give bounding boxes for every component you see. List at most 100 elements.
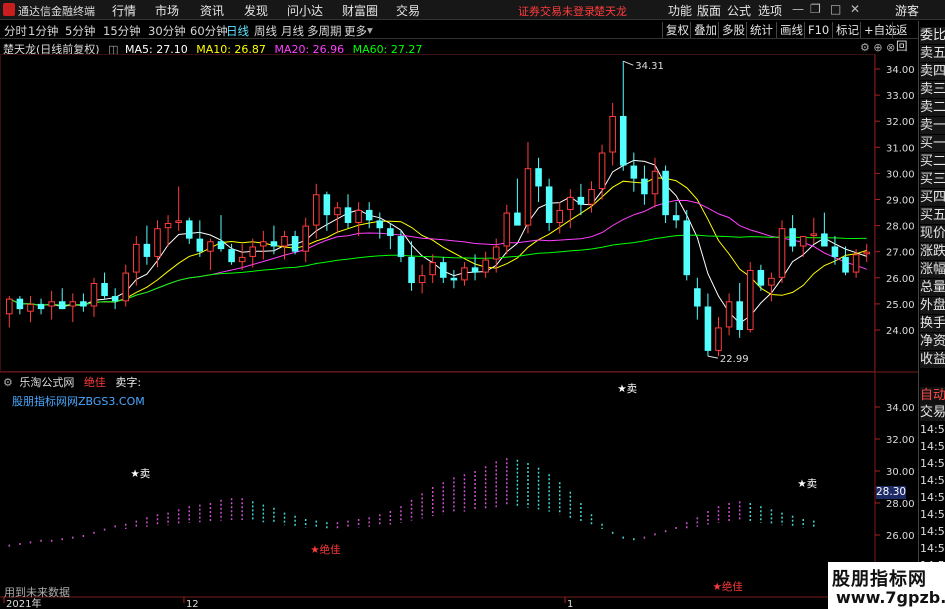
candle-body-down <box>185 220 193 239</box>
kline-chart[interactable]: 34.00 33.00 32.00 31.00 30.00 29.00 28.00 27.00… <box>0 0 918 609</box>
candle-body-up <box>6 298 13 315</box>
side-panel-item[interactable]: 现价 <box>920 225 945 242</box>
sub-ytick-label: 26.00 <box>886 531 915 542</box>
side-panel-item[interactable]: 卖四 <box>920 63 945 80</box>
candle-body-up <box>238 256 246 263</box>
candle-body-up <box>651 170 659 195</box>
candle-body-up <box>852 254 860 273</box>
side-panel-item[interactable]: 涨跌 <box>920 243 945 260</box>
candle-body-down <box>789 228 796 247</box>
trade-time: 14:56 <box>920 423 945 436</box>
trade-time: 14:56 <box>920 474 945 487</box>
side-panel-item[interactable]: 换手 <box>920 315 945 332</box>
candle-body-down <box>577 196 585 205</box>
candle-body-down <box>514 212 521 226</box>
low-price-label: 22.99 <box>720 354 749 365</box>
sell-signal: ★卖 <box>617 383 637 395</box>
candle-body-down <box>58 301 66 310</box>
side-panel-item[interactable]: 委比 <box>920 27 945 44</box>
side-panel-item[interactable]: 买四 <box>920 189 945 206</box>
candle-body-down <box>323 194 331 216</box>
high-price-label: 34.31 <box>635 61 664 72</box>
side-panel-item[interactable]: 卖一 <box>920 117 945 134</box>
main-ytick-label: 33.00 <box>886 91 915 102</box>
candle-body-up <box>48 301 55 307</box>
main-chart-frame <box>0 54 875 372</box>
candle-body-up <box>207 241 214 252</box>
candle-body-up <box>778 228 786 278</box>
side-panel-item[interactable]: 卖五 <box>920 45 945 62</box>
candle-body-down <box>704 306 712 351</box>
candle-body-up <box>133 243 140 273</box>
side-panel-item[interactable]: 外盘 <box>920 297 945 314</box>
trade-time: 14:56 <box>920 491 945 504</box>
candle-body-down <box>535 168 542 187</box>
candle-body-down <box>365 209 373 221</box>
candle-body-up <box>90 283 98 307</box>
side-panel-item[interactable]: 买二 <box>920 153 945 170</box>
candle-body-down <box>143 243 151 257</box>
side-panel-item[interactable]: 卖二 <box>920 99 945 116</box>
side-panel-item[interactable]: 涨幅 <box>920 261 945 278</box>
main-ytick-label: 26.00 <box>886 274 915 285</box>
main-ytick-label: 32.00 <box>886 117 915 128</box>
candle-body-down <box>408 256 415 284</box>
ma10-line <box>9 177 867 306</box>
candle-body-down <box>397 236 405 257</box>
candle-body-down <box>662 170 669 216</box>
candle-body-up <box>154 228 161 257</box>
side-panel-item[interactable]: 交易 <box>920 404 945 421</box>
side-panel-item[interactable]: 净资 <box>920 333 945 350</box>
candle-body-down <box>111 296 119 302</box>
candle-body-up <box>598 152 606 190</box>
candle-body-up <box>355 209 362 223</box>
ma5-line <box>9 159 867 324</box>
candle-body-up <box>524 168 532 226</box>
main-ytick-label: 29.00 <box>886 196 915 207</box>
quote-side-panel: 委比 卖五 卖四 卖三 卖二 卖一 买一 买二 买三 买四 买五 现价 涨跌 涨幅 总量 外盘 换手 净资 收益自动… <box>918 21 945 609</box>
side-panel-item[interactable]: 卖三 <box>920 81 945 98</box>
candle-body-up <box>164 222 172 229</box>
side-panel-item[interactable]: 自动 <box>920 387 945 404</box>
side-panel-item[interactable]: 收益 <box>920 351 945 368</box>
trade-time: 14:56 <box>920 508 945 521</box>
sub-chart-legend: ⚙ 乐淘公式网 绝佳 卖字: <box>3 374 141 390</box>
side-panel-item[interactable]: 买三 <box>920 171 945 188</box>
candle-body-down <box>471 267 479 273</box>
sell-signal: ★卖 <box>797 478 817 490</box>
candle-body-down <box>37 303 45 310</box>
candle-body-down <box>440 262 447 278</box>
candle-body-up <box>312 194 320 226</box>
trade-time: 14:56 <box>920 457 945 470</box>
trade-time: 14:56 <box>920 440 945 453</box>
sub-ytick-label: 28.00 <box>886 499 915 510</box>
candle-body-up <box>810 233 818 237</box>
candle-body-up <box>260 241 267 247</box>
candle-body-down <box>683 220 691 276</box>
candle-body-up <box>863 251 870 255</box>
xtick-label: 12 <box>186 599 199 609</box>
candle-body-down <box>387 228 394 237</box>
candle-body-down <box>196 238 204 252</box>
brand-watermark: 股朋指标网 www.7gpzb.com <box>828 562 945 609</box>
main-ytick-label: 34.00 <box>886 65 915 76</box>
candle-body-down <box>694 288 701 307</box>
candle-body-up <box>746 269 754 330</box>
candle-body-down <box>831 246 839 257</box>
side-panel-item[interactable]: 买五 <box>920 207 945 224</box>
sub-price-tag: 28.30 <box>876 486 907 499</box>
candle-body-up <box>715 327 722 351</box>
candle-body-down <box>630 165 638 179</box>
candle-body-up <box>556 209 564 223</box>
candle-body-down <box>344 207 352 223</box>
candle-body-up <box>27 303 34 312</box>
formula-params-icon[interactable]: ⚙ <box>3 376 13 389</box>
candle-body-up <box>334 207 341 216</box>
side-panel-item[interactable]: 买一 <box>920 135 945 152</box>
candle-body-up <box>725 301 733 328</box>
candle-body-down <box>619 115 627 166</box>
candle-body-down <box>450 277 458 281</box>
best-label: 绝佳 <box>83 376 106 389</box>
side-panel-item[interactable]: 总量 <box>920 279 945 296</box>
candle-body-down <box>16 298 24 310</box>
